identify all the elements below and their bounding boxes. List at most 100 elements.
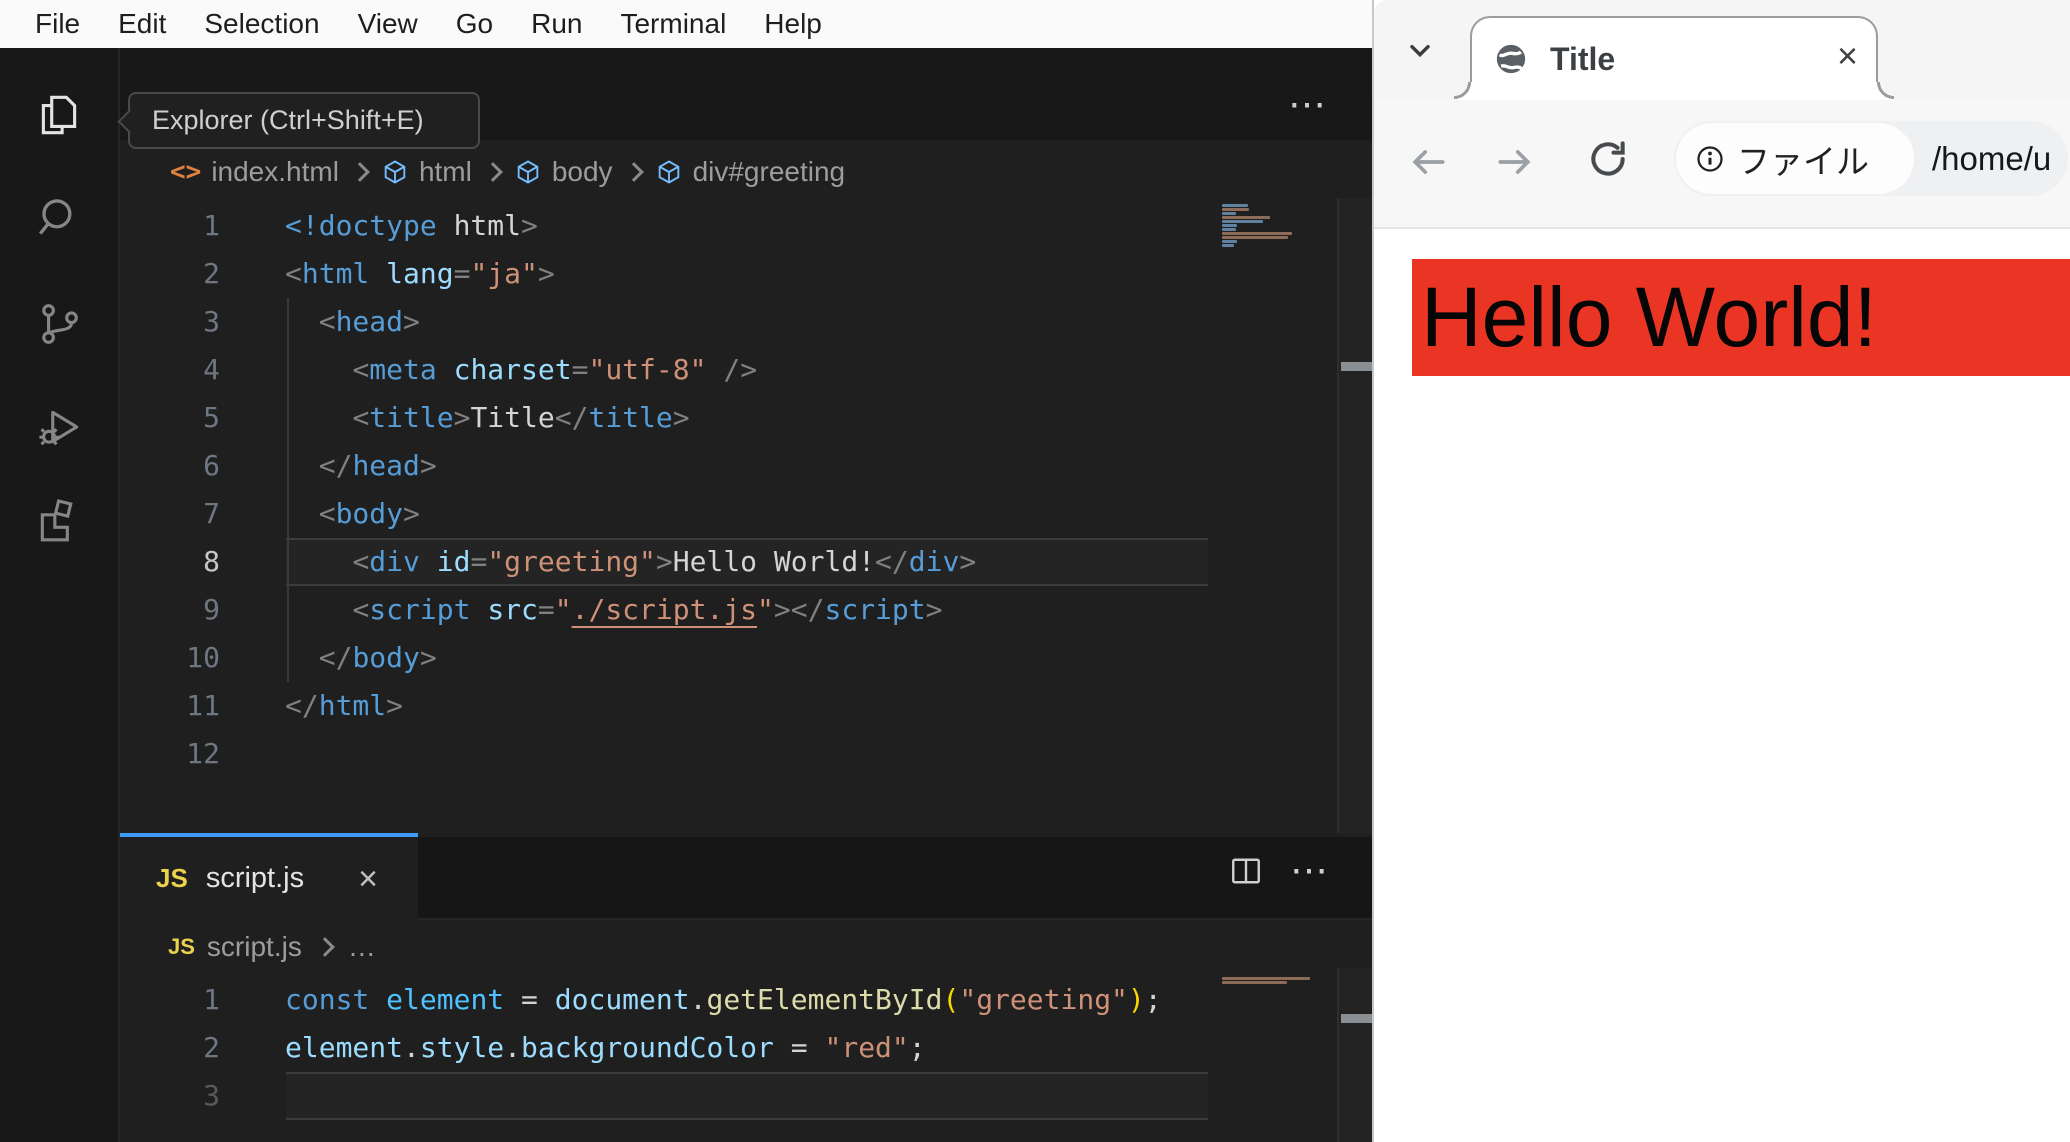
code-token: "utf-8" (588, 353, 707, 386)
editor-more-actions[interactable]: ⋯ (1288, 86, 1348, 130)
line-number: 1 (203, 209, 220, 242)
code-token: </ (318, 449, 353, 482)
line-number: 5 (203, 401, 220, 434)
panel-breadcrumb-file[interactable]: script.js (207, 931, 302, 963)
code-token: </ (790, 593, 825, 626)
minimap-line (1222, 208, 1249, 211)
split-editor-icon[interactable] (1228, 853, 1264, 889)
explorer-icon[interactable] (34, 91, 84, 141)
code-token: title (369, 401, 454, 434)
run-debug-icon[interactable] (34, 403, 84, 453)
symbol-cube-icon (655, 158, 683, 186)
minimap-line (1222, 240, 1237, 243)
code-token: > (672, 401, 690, 434)
menu-file[interactable]: File (16, 8, 99, 40)
url-text[interactable]: /home/u (1932, 121, 2051, 196)
js-file-icon: JS (156, 863, 188, 893)
close-tab-icon[interactable]: × (1837, 38, 1858, 74)
menu-help[interactable]: Help (745, 8, 841, 40)
code-token: head (335, 305, 404, 338)
code-line: </html> (285, 682, 403, 730)
extensions-icon[interactable] (34, 494, 84, 544)
reload-icon[interactable] (1586, 137, 1630, 181)
code-token: html (301, 257, 370, 290)
tab-search-chevron-icon[interactable] (1404, 34, 1436, 66)
script-editor-panel: JS script.js × ⋯ JS script.js … 1 2 3 cons… (120, 833, 1372, 1142)
scrollbar-track[interactable] (1337, 198, 1372, 833)
code-token: /> (723, 353, 758, 386)
panel-more-actions[interactable]: ⋯ (1290, 852, 1328, 890)
line-number: 1 (203, 983, 220, 1016)
breadcrumb-file[interactable]: index.html (211, 156, 339, 188)
code-token: <!doctype (285, 209, 437, 242)
tab-label: script.js (205, 862, 305, 894)
code-line: </head> (285, 442, 437, 490)
code-token: div (908, 545, 960, 578)
code-token: > (403, 305, 420, 338)
code-token: charset (453, 353, 572, 386)
code-token: < (352, 401, 370, 434)
breadcrumb-html[interactable]: html (419, 156, 472, 188)
forward-icon[interactable] (1493, 140, 1537, 184)
code-token: </ (875, 545, 909, 578)
code-token: document (554, 983, 690, 1016)
code-token: ( (942, 983, 960, 1016)
panel-actions: ⋯ (1228, 852, 1328, 890)
line-number: 4 (203, 353, 220, 386)
search-icon[interactable] (34, 193, 84, 243)
close-tab-icon[interactable]: × (358, 862, 378, 896)
source-control-icon[interactable] (34, 299, 84, 349)
code-token: element (285, 1031, 404, 1064)
chevron-right-icon (623, 162, 644, 182)
code-line: <head> (285, 298, 420, 346)
code-token: "greeting" (487, 545, 656, 578)
code-token: " (554, 593, 572, 626)
code-token: lang (386, 257, 454, 290)
code-token: element (386, 983, 505, 1016)
code-token: = (470, 545, 488, 578)
menu-edit[interactable]: Edit (99, 8, 185, 40)
minimap-line (1222, 216, 1270, 219)
code-token: < (352, 353, 370, 386)
code-token: > (419, 641, 437, 674)
breadcrumb-body[interactable]: body (552, 156, 613, 188)
vscode-window: File Edit Selection View Go Run Terminal… (0, 0, 1372, 1142)
code-token: < (352, 545, 370, 578)
globe-icon (1496, 44, 1526, 74)
menu-view[interactable]: View (339, 8, 437, 40)
panel-breadcrumb-more[interactable]: … (348, 931, 376, 963)
code-token: < (318, 497, 336, 530)
code-token: meta (369, 353, 437, 386)
menu-run[interactable]: Run (512, 8, 601, 40)
menu-go[interactable]: Go (437, 8, 512, 40)
code-token: style (419, 1031, 505, 1064)
code-token: html (436, 209, 522, 242)
minimap-line (1222, 236, 1288, 239)
line-number: 2 (203, 257, 220, 290)
chevron-right-icon (314, 937, 335, 957)
menu-terminal[interactable]: Terminal (601, 8, 745, 40)
tab-script-js[interactable]: JS script.js × (120, 833, 418, 920)
breadcrumb-div-greeting[interactable]: div#greeting (693, 156, 846, 188)
code-token: > (959, 545, 977, 578)
address-bar[interactable]: ファイル /home/u (1674, 121, 2068, 196)
file-scheme-chip[interactable]: ファイル (1676, 123, 1914, 194)
line-number: 3 (203, 1079, 220, 1112)
menu-selection[interactable]: Selection (185, 8, 338, 40)
scrollbar-track[interactable] (1337, 968, 1372, 1142)
code-token: ) (1127, 983, 1145, 1016)
minimap-line (1222, 224, 1237, 227)
minimap-line (1222, 228, 1236, 231)
code-line: </body> (285, 634, 437, 682)
back-icon[interactable] (1406, 140, 1450, 184)
code-token: backgroundColor (521, 1031, 774, 1064)
minimap-line (1222, 220, 1263, 223)
code-token: > (419, 449, 437, 482)
browser-tab[interactable]: Title × (1454, 16, 1894, 100)
tooltip-text: Explorer (Ctrl+Shift+E) (152, 105, 424, 135)
